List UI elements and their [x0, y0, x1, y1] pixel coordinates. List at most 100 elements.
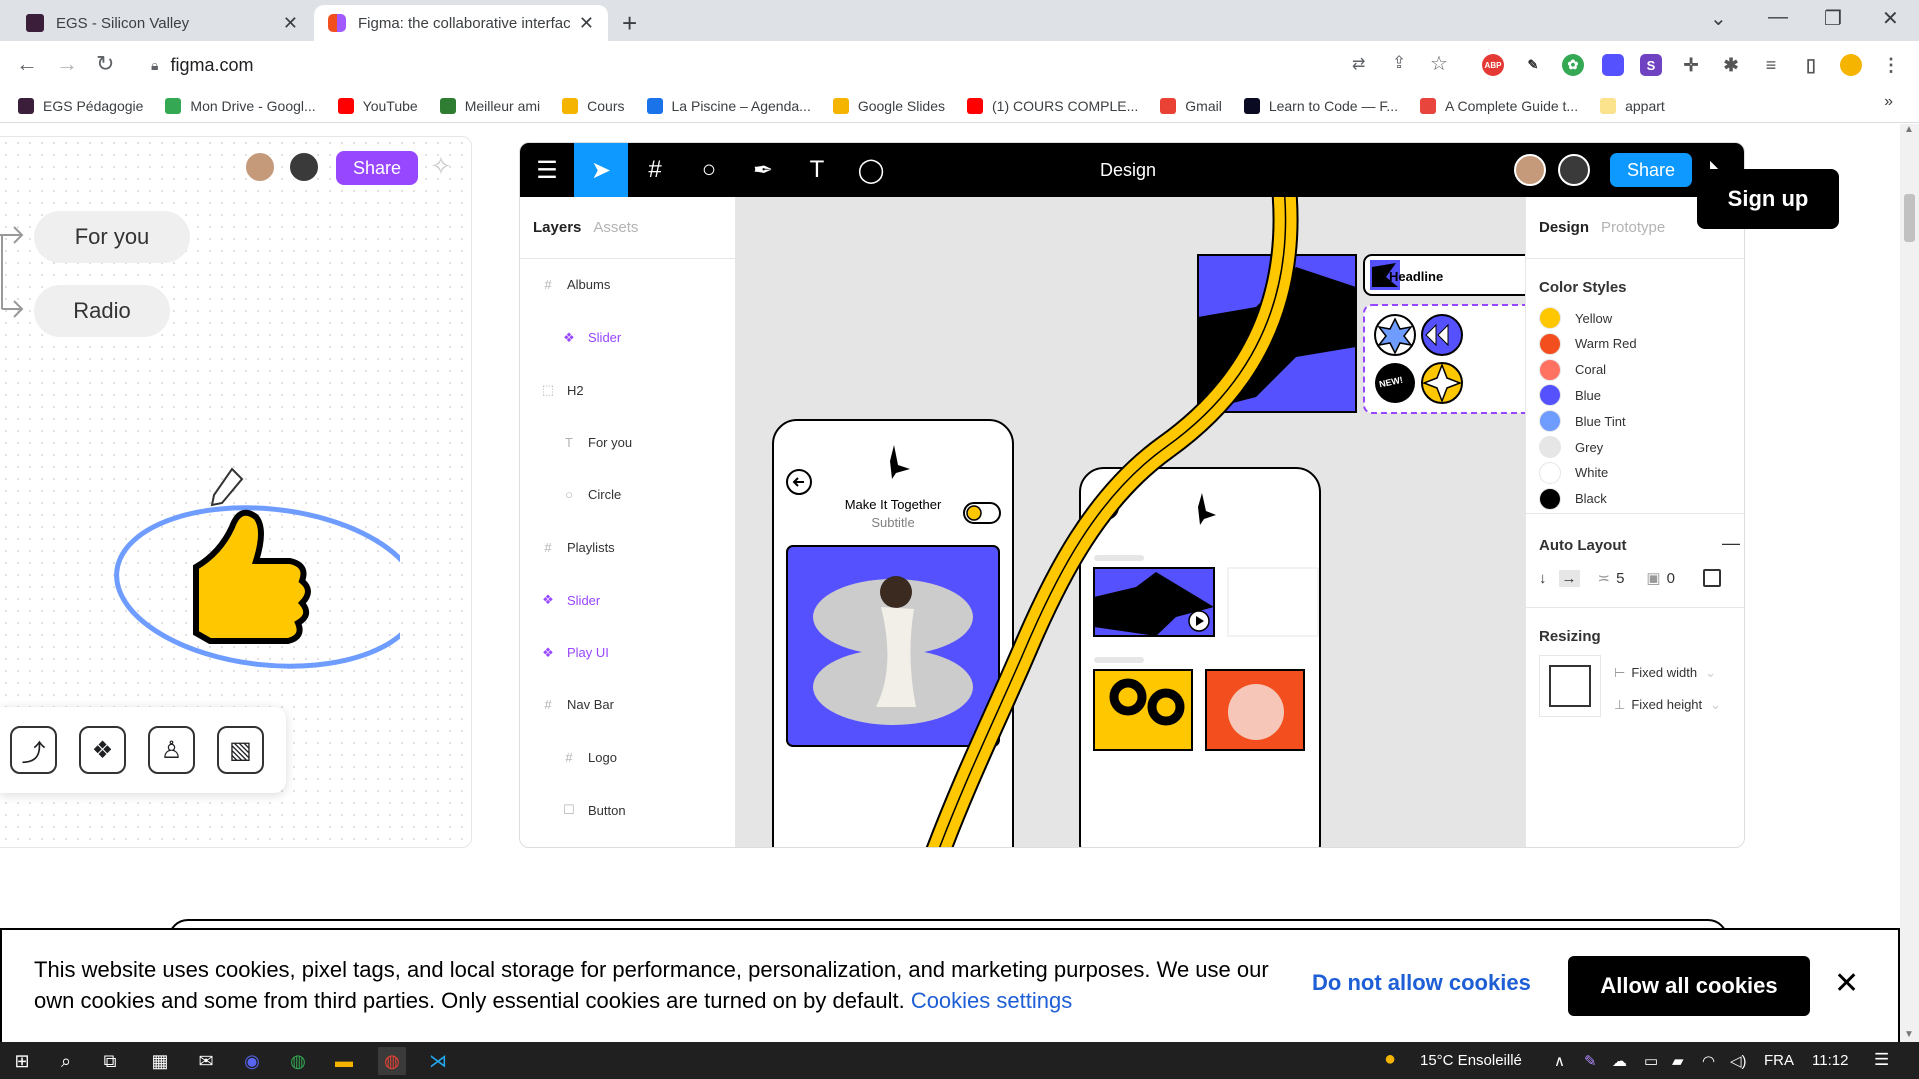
color-style-item[interactable]: Blue [1539, 384, 1601, 407]
layer-item[interactable]: ❖ Slider [520, 592, 600, 608]
bookmark-item[interactable]: Google Slides [832, 97, 945, 114]
side-panel-icon[interactable]: ▯ [1800, 54, 1822, 76]
volume-icon[interactable]: ◁) [1730, 1052, 1747, 1070]
layer-item[interactable]: # Albums [520, 277, 610, 292]
pen-tool-icon[interactable]: ✒ [736, 143, 790, 197]
padding-value[interactable]: 0 [1667, 570, 1675, 587]
scroll-down-icon[interactable]: ▼ [1904, 1029, 1914, 1040]
layer-item[interactable]: # Logo [520, 750, 617, 765]
sparkle-icon[interactable]: ✧ [430, 151, 452, 182]
tray-device-icon[interactable]: ▭ [1644, 1052, 1658, 1070]
bookmark-item[interactable]: Gmail [1160, 97, 1222, 114]
file-explorer-icon[interactable]: ▬ [330, 1047, 358, 1075]
share-page-icon[interactable]: ⇪ [1392, 53, 1406, 73]
move-extension-icon[interactable]: ✛ [1680, 54, 1702, 76]
spacing-value[interactable]: 5 [1616, 570, 1624, 587]
tab-egs[interactable]: EGS - Silicon Valley ✕ [12, 5, 312, 41]
tray-chevron-icon[interactable]: ∧ [1554, 1052, 1565, 1070]
reading-list-icon[interactable]: ≡ [1760, 54, 1782, 76]
layer-item[interactable]: ○ Circle [520, 487, 621, 502]
allow-cookies-button[interactable]: Allow all cookies [1568, 956, 1810, 1016]
weather-text[interactable]: 15°C Ensoleillé [1420, 1052, 1522, 1069]
task-view-icon[interactable]: ⧉ [96, 1047, 124, 1075]
search-icon[interactable]: ⌕ [52, 1047, 80, 1075]
remove-auto-layout-icon[interactable]: — [1722, 533, 1740, 554]
layer-item[interactable]: # Playlists [520, 540, 614, 555]
clock-time[interactable]: 11:12 [1812, 1052, 1848, 1069]
layer-item[interactable]: ☐ Button [520, 802, 625, 818]
reload-icon[interactable]: ↻ [96, 51, 114, 77]
direction-right-icon[interactable]: → [1558, 569, 1580, 587]
component-tool-icon[interactable]: ❖ [79, 726, 126, 774]
layer-item[interactable]: T For you [520, 435, 632, 450]
bookmark-item[interactable]: appart [1600, 97, 1665, 114]
color-style-item[interactable]: Yellow [1539, 307, 1612, 329]
bookmark-item[interactable]: A Complete Guide t... [1420, 97, 1578, 114]
tray-pen-icon[interactable]: ✎ [1584, 1052, 1597, 1070]
cookies-settings-link[interactable]: Cookies settings [911, 988, 1072, 1013]
bookmark-item[interactable]: Cours [562, 97, 625, 114]
fixed-width-dropdown[interactable]: ⊢ Fixed width ⌄ [1614, 665, 1716, 681]
tab-assets[interactable]: Assets [593, 219, 638, 236]
adblock-icon[interactable]: ABP [1482, 54, 1504, 76]
share-button[interactable]: Share [336, 151, 418, 185]
notifications-icon[interactable]: ☰ [1874, 1050, 1889, 1070]
ellipse-tool-icon[interactable]: ○ [682, 143, 736, 197]
image-tool-icon[interactable]: ▧ [217, 726, 264, 774]
wifi-icon[interactable]: ◠ [1702, 1052, 1715, 1070]
color-style-item[interactable]: Warm Red [1539, 332, 1637, 355]
battery-icon[interactable]: ▰ [1672, 1052, 1684, 1070]
mail-icon[interactable]: ✉ [192, 1047, 220, 1075]
tray-cloud-icon[interactable]: ☁ [1612, 1052, 1627, 1070]
forward-icon[interactable]: → [56, 51, 78, 77]
close-window-icon[interactable]: ✕ [1882, 6, 1899, 31]
new-tab-icon[interactable]: + [622, 8, 637, 39]
extensions-puzzle-icon[interactable]: ✱ [1720, 54, 1742, 76]
windows-start-icon[interactable]: ⊞ [8, 1047, 36, 1075]
color-style-item[interactable]: White [1539, 461, 1608, 484]
color-extension-icon[interactable]: ✿ [1562, 54, 1584, 76]
page-scrollbar[interactable]: ▲ ▼ [1900, 124, 1919, 1042]
color-style-item[interactable]: Coral [1539, 358, 1606, 381]
bookmark-item[interactable]: YouTube [337, 97, 418, 114]
align-box-icon[interactable] [1702, 569, 1721, 587]
layer-item[interactable]: ❖ Play UI [520, 645, 609, 661]
chrome-active-icon[interactable]: ◍ [378, 1047, 406, 1075]
chrome-icon[interactable]: ◍ [284, 1047, 312, 1075]
fixed-height-dropdown[interactable]: ⊥ Fixed height ⌄ [1614, 697, 1721, 713]
text-tool-icon[interactable]: T [790, 143, 844, 197]
move-tool-icon[interactable]: ➤ [574, 143, 628, 197]
frame-tool-icon[interactable]: # [628, 143, 682, 197]
pen-extension-icon[interactable]: ✎ [1522, 54, 1544, 76]
tab-search-chevron-icon[interactable]: ⌄ [1710, 6, 1727, 31]
bookmark-item[interactable]: EGS Pédagogie [18, 97, 143, 114]
discord-icon[interactable]: ◉ [238, 1047, 266, 1075]
bookmark-item[interactable]: La Piscine – Agenda... [646, 97, 811, 114]
tab-layers[interactable]: Layers [533, 219, 581, 236]
input-language[interactable]: FRA [1764, 1052, 1794, 1069]
color-style-item[interactable]: Grey [1539, 436, 1603, 458]
omnibox[interactable]: 🔒︎ figma.com [137, 47, 1407, 83]
connector-tool-icon[interactable]: ⤴ [10, 726, 57, 774]
bookmark-item[interactable]: Learn to Code — F... [1243, 97, 1398, 114]
close-icon[interactable]: ✕ [1834, 966, 1859, 1001]
tab-design[interactable]: Design [1539, 219, 1589, 236]
grid-extension-icon[interactable] [1602, 54, 1624, 76]
layer-item[interactable]: ⬚ H2 [520, 382, 584, 398]
translate-icon[interactable]: ⇄ [1352, 54, 1365, 74]
profile-avatar-icon[interactable] [1840, 54, 1862, 76]
tab-prototype[interactable]: Prototype [1601, 219, 1665, 236]
stamp-tool-icon[interactable]: ♙ [148, 726, 195, 774]
layer-item[interactable]: ❖ Slider [520, 330, 621, 346]
menu-kebab-icon[interactable]: ⋮ [1880, 54, 1902, 76]
bookmark-item[interactable]: (1) COURS COMPLE... [967, 97, 1138, 114]
close-tab-icon[interactable]: ✕ [579, 13, 594, 34]
vscode-icon[interactable]: ⋊ [424, 1047, 452, 1075]
back-icon[interactable]: ← [16, 51, 38, 77]
main-menu-icon[interactable]: ☰ [520, 143, 574, 197]
restore-icon[interactable]: ❐ [1824, 6, 1842, 31]
scroll-up-icon[interactable]: ▲ [1904, 124, 1914, 135]
bookmark-item[interactable]: Mon Drive - Googl... [165, 97, 316, 114]
direction-down-icon[interactable]: ↓ [1539, 570, 1547, 587]
s-extension-icon[interactable]: S [1640, 54, 1662, 76]
